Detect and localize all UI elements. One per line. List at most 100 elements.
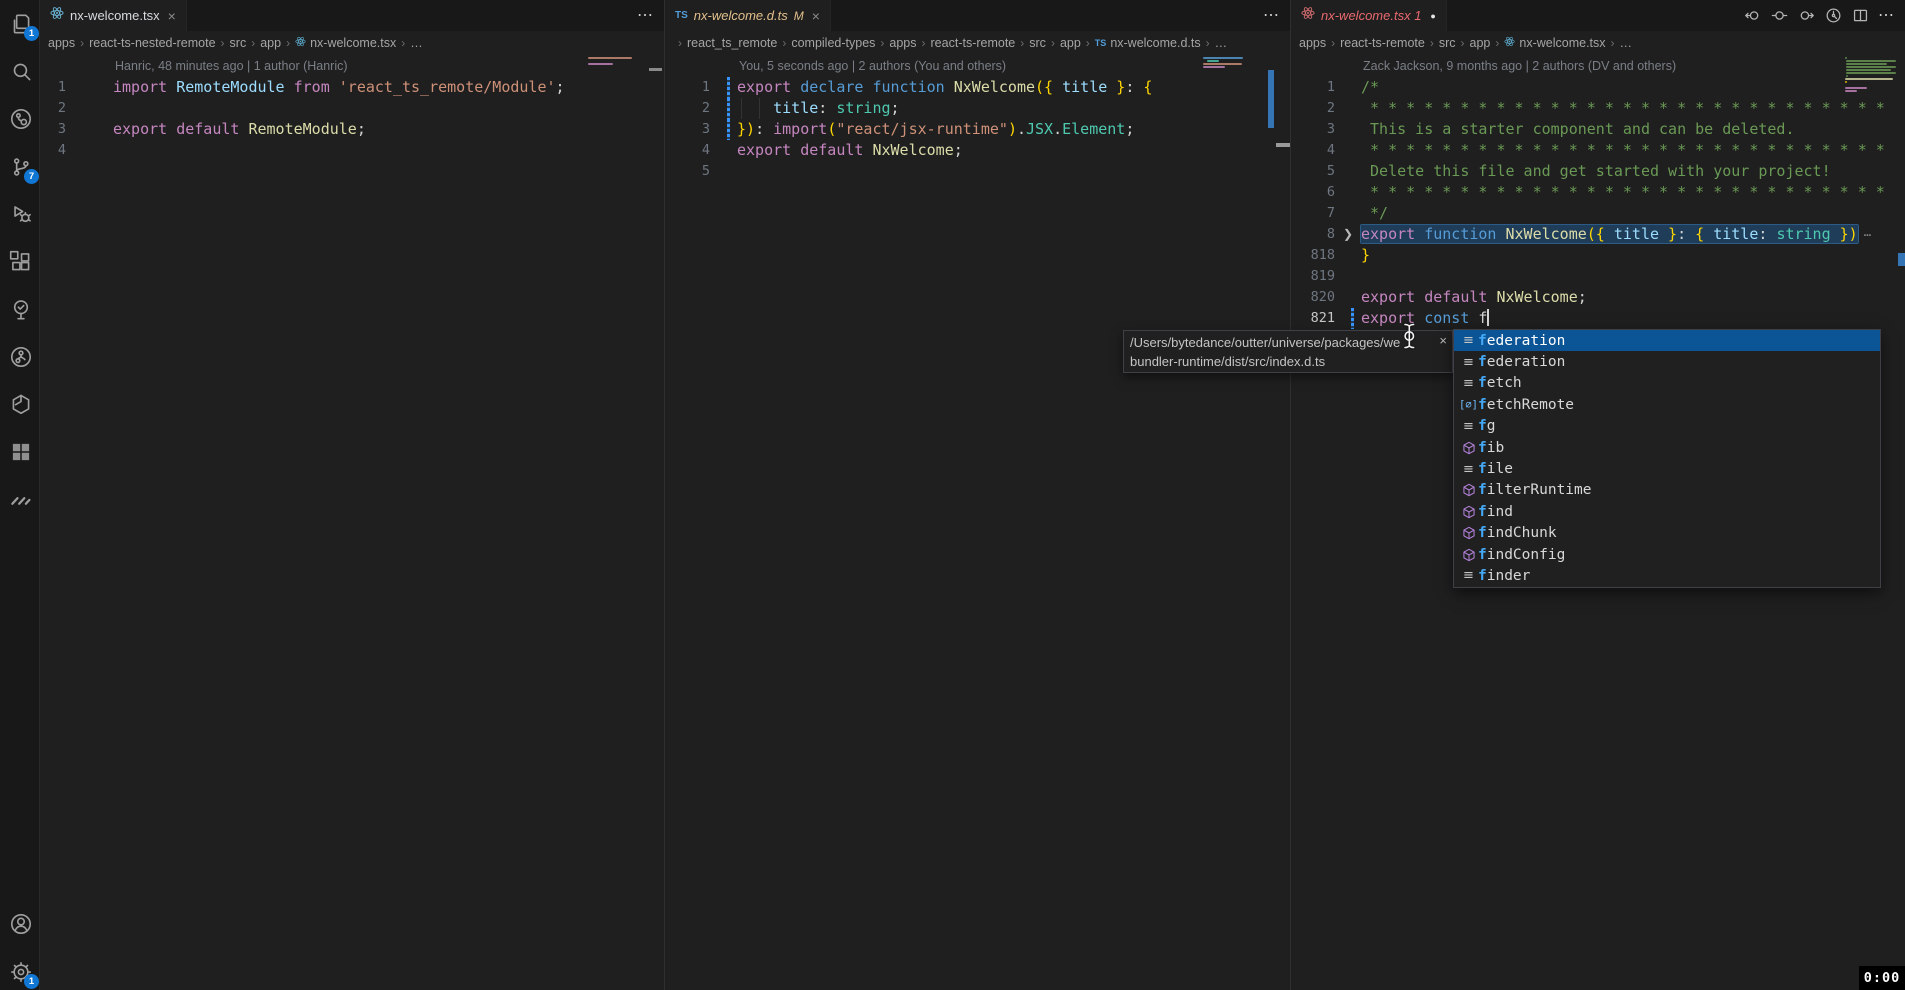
minimap-line xyxy=(1846,75,1848,77)
prev-revision-icon[interactable] xyxy=(1743,6,1762,25)
activity-bar-item-explorer[interactable]: 1 xyxy=(8,11,34,37)
code-line[interactable]: export function NxWelcome({ title }: { t… xyxy=(1361,224,1871,245)
activity-bar-item-account[interactable] xyxy=(8,911,34,937)
code-line[interactable]: export const f xyxy=(1361,308,1489,329)
tab-label: nx-welcome.tsx xyxy=(70,8,160,23)
code-token: import xyxy=(773,120,827,138)
tab-nx-welcome.d.ts[interactable]: TSnx-welcome.d.tsM× xyxy=(665,0,831,31)
code-token: : xyxy=(818,99,836,117)
tab-close-icon[interactable]: × xyxy=(812,8,820,24)
gitlens-blame-annotation: You, 5 seconds ago | 2 authors (You and … xyxy=(739,55,1006,77)
tab-nx-welcome.tsx[interactable]: nx-welcome.tsx × xyxy=(40,0,187,31)
code-line[interactable]: export default NxWelcome; xyxy=(1361,287,1587,308)
suggestion-item[interactable]: find xyxy=(1454,501,1880,522)
breadcrumb-item[interactable]: compiled-types xyxy=(791,36,875,50)
modified-gutter-indicator xyxy=(727,98,730,119)
suggestion-item[interactable]: [∅]fetchRemote xyxy=(1454,394,1880,415)
fold-collapsed-icon[interactable]: ❯ xyxy=(1343,224,1353,245)
code-line[interactable]: * * * * * * * * * * * * * * * * * * * * … xyxy=(1361,182,1885,203)
breadcrumb-item[interactable]: … xyxy=(1620,36,1633,50)
breadcrumb-item[interactable]: nx-welcome.tsx xyxy=(1504,36,1605,50)
code-line[interactable]: title: string; xyxy=(737,98,900,119)
minimap-line xyxy=(1203,66,1225,68)
breadcrumb-item[interactable]: src xyxy=(230,36,247,50)
code-token: ({ xyxy=(1035,78,1062,96)
line-number: 5 xyxy=(672,161,710,182)
breadcrumb-item[interactable]: apps xyxy=(889,36,916,50)
code-line[interactable]: }): import("react/jsx-runtime").JSX.Elem… xyxy=(737,119,1134,140)
breadcrumb-item[interactable]: … xyxy=(410,36,423,50)
breadcrumb-separator: › xyxy=(1020,36,1024,50)
suggestion-kind-value-icon: [∅] xyxy=(1459,399,1478,411)
code-line[interactable]: This is a starter component and can be d… xyxy=(1361,119,1794,140)
breadcrumb-item[interactable]: app xyxy=(1060,36,1081,50)
code-line[interactable]: /* xyxy=(1361,77,1379,98)
breadcrumb-item[interactable]: nx-welcome.tsx xyxy=(295,36,396,50)
suggestion-item[interactable]: findChunk xyxy=(1454,523,1880,544)
suggestion-item[interactable]: ≡file xyxy=(1454,458,1880,479)
activity-bar-item-extensions[interactable] xyxy=(8,249,34,275)
suggestion-item[interactable]: ≡finder xyxy=(1454,565,1880,586)
suggestion-item[interactable]: filterRuntime xyxy=(1454,480,1880,501)
tab-nx-welcome.tsx-1[interactable]: nx-welcome.tsx 1● xyxy=(1291,0,1447,31)
breadcrumb-item[interactable]: TSnx-welcome.d.ts xyxy=(1095,36,1201,50)
open-changes-icon[interactable] xyxy=(1770,6,1789,25)
code-line[interactable]: export default NxWelcome; xyxy=(737,140,963,161)
tab-close-icon[interactable]: × xyxy=(168,8,176,24)
fold-ellipsis[interactable]: ⋯ xyxy=(1864,228,1871,242)
activity-bar-item-commit-graph[interactable] xyxy=(8,344,34,370)
code-line[interactable]: export default RemoteModule; xyxy=(113,119,366,140)
code-line[interactable]: } xyxy=(1361,245,1370,266)
scrollbar-indicator[interactable] xyxy=(1276,143,1290,147)
breadcrumb-item[interactable]: … xyxy=(1215,36,1228,50)
next-revision-icon[interactable] xyxy=(1797,6,1816,25)
suggestion-item[interactable]: ≡fetch xyxy=(1454,373,1880,394)
code-line[interactable]: import RemoteModule from 'react_ts_remot… xyxy=(113,77,565,98)
activity-bar-item-zigzag[interactable] xyxy=(8,487,34,513)
breadcrumb-item[interactable]: apps xyxy=(1299,36,1326,50)
breadcrumb-item[interactable]: apps xyxy=(48,36,75,50)
activity-bar-item-search[interactable] xyxy=(8,59,34,85)
code-token: : xyxy=(755,120,773,138)
folded-line-highlight: export function NxWelcome({ title }: { t… xyxy=(1361,225,1858,243)
commit-graph-icon xyxy=(8,344,34,370)
code-token: ; xyxy=(954,141,963,159)
scrollbar-indicator[interactable] xyxy=(649,68,662,71)
popup-close-icon[interactable]: × xyxy=(1439,333,1447,348)
breadcrumb-item[interactable]: react-ts-remote xyxy=(931,36,1016,50)
code-line[interactable]: */ xyxy=(1361,203,1388,224)
more-actions-icon[interactable]: ⋯ xyxy=(637,11,654,21)
activity-bar-item-settings[interactable]: 1 xyxy=(8,959,34,985)
breadcrumb-item[interactable]: react-ts-nested-remote xyxy=(89,36,215,50)
activity-bar-item-gitlens-inspect[interactable] xyxy=(8,106,34,132)
breadcrumb-item[interactable]: src xyxy=(1439,36,1456,50)
breadcrumb-item[interactable]: src xyxy=(1029,36,1046,50)
file-history-icon[interactable] xyxy=(1824,6,1843,25)
activity-bar-item-tree-check[interactable] xyxy=(8,297,34,323)
more-actions-icon[interactable]: ⋯ xyxy=(1263,11,1280,21)
suggestion-item[interactable]: ≡federation xyxy=(1454,330,1880,351)
activity-bar-item-source-control[interactable]: 7 xyxy=(8,154,34,180)
code-area[interactable]: Hanric, 48 minutes ago | 1 author (Hanri… xyxy=(40,55,664,990)
tab-dirty-dot: ● xyxy=(1430,11,1435,21)
suggestion-label: findChunk xyxy=(1478,525,1557,541)
breadcrumb-item[interactable]: app xyxy=(260,36,281,50)
split-editor-icon[interactable] xyxy=(1851,6,1870,25)
activity-bar-item-run-debug[interactable] xyxy=(8,201,34,227)
code-line[interactable]: * * * * * * * * * * * * * * * * * * * * … xyxy=(1361,140,1885,161)
suggestion-item[interactable]: findConfig xyxy=(1454,544,1880,565)
breadcrumb-item[interactable]: react_ts_remote xyxy=(687,36,777,50)
breadcrumb-item[interactable]: react-ts-remote xyxy=(1340,36,1425,50)
code-line[interactable]: * * * * * * * * * * * * * * * * * * * * … xyxy=(1361,98,1885,119)
hexagon-icon xyxy=(8,392,34,418)
activity-bar-item-hexagon[interactable] xyxy=(8,392,34,418)
more-actions-icon[interactable]: ⋯ xyxy=(1878,11,1895,21)
code-area[interactable]: You, 5 seconds ago | 2 authors (You and … xyxy=(665,55,1290,990)
suggestion-item[interactable]: fib xyxy=(1454,437,1880,458)
suggestion-item[interactable]: ≡fg xyxy=(1454,416,1880,437)
code-line[interactable]: Delete this file and get started with yo… xyxy=(1361,161,1831,182)
suggestion-item[interactable]: ≡federation xyxy=(1454,351,1880,372)
breadcrumb-item[interactable]: app xyxy=(1470,36,1491,50)
code-line[interactable]: export declare function NxWelcome({ titl… xyxy=(737,77,1152,98)
activity-bar-item-grid[interactable] xyxy=(8,439,34,465)
